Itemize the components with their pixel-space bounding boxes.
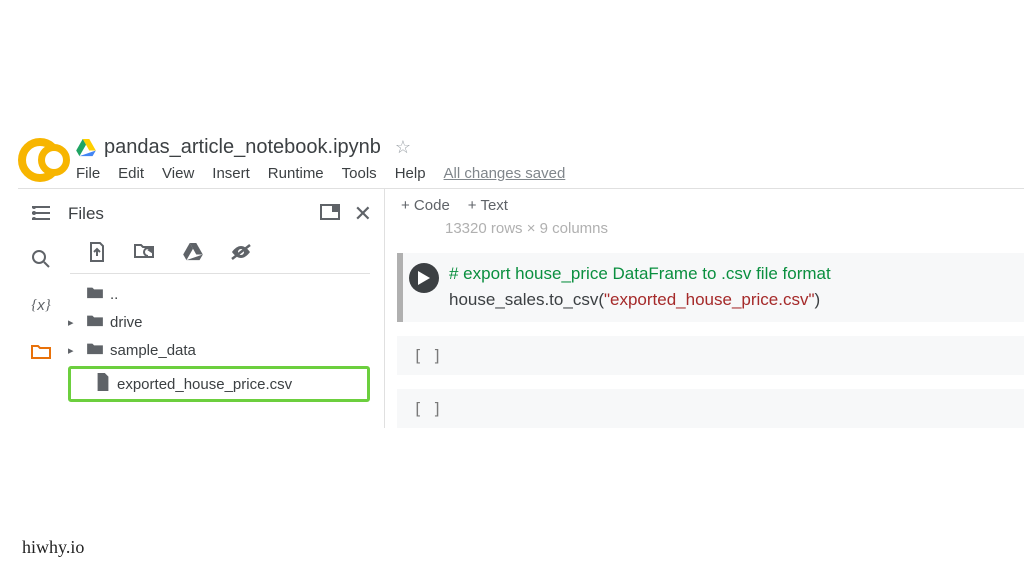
refresh-icon[interactable] [134,241,156,263]
code-cell[interactable]: # export house_price DataFrame to .csv f… [397,253,1024,322]
drive-icon [76,139,96,157]
mount-drive-icon[interactable] [182,241,204,263]
save-status: All changes saved [444,165,566,182]
menu-tools[interactable]: Tools [342,165,377,182]
tree-up[interactable]: .. [68,280,370,308]
tree-exported-csv[interactable]: exported_house_price.csv [68,366,370,402]
hide-icon[interactable] [230,241,252,263]
add-code-button[interactable]: + Code [401,197,450,214]
variables-icon[interactable]: {x} [31,295,51,315]
colab-logo [18,138,62,182]
tree-drive[interactable]: ▸ drive [68,308,370,336]
notebook-title[interactable]: pandas_article_notebook.ipynb [104,136,381,159]
menu-runtime[interactable]: Runtime [268,165,324,182]
empty-cell-1[interactable]: [ ] [397,336,1024,375]
close-icon[interactable]: ✕ [354,201,372,227]
menu-view[interactable]: View [162,165,194,182]
star-icon[interactable]: ☆ [395,137,411,158]
tree-sample-data[interactable]: ▸ sample_data [68,336,370,364]
search-icon[interactable] [31,249,51,269]
files-panel: Files ✕ .. ▸ [64,189,384,428]
upload-icon[interactable] [86,241,108,263]
menu-help[interactable]: Help [395,165,426,182]
left-rail: {x} [18,189,64,428]
code-content[interactable]: # export house_price DataFrame to .csv f… [449,261,831,312]
toc-icon[interactable] [31,203,51,223]
menu-insert[interactable]: Insert [212,165,250,182]
run-button[interactable] [409,263,439,293]
menu-bar: File Edit View Insert Runtime Tools Help… [76,165,565,182]
output-meta: 13320 rows × 9 columns [397,216,1024,253]
notebook-main: + Code + Text 13320 rows × 9 columns # e… [385,189,1024,428]
new-window-icon[interactable] [320,204,340,225]
add-text-button[interactable]: + Text [468,197,508,214]
watermark: hiwhy.io [22,537,84,558]
empty-cell-2[interactable]: [ ] [397,389,1024,428]
files-icon[interactable] [31,341,51,361]
menu-file[interactable]: File [76,165,100,182]
files-title: Files [68,204,104,224]
menu-edit[interactable]: Edit [118,165,144,182]
